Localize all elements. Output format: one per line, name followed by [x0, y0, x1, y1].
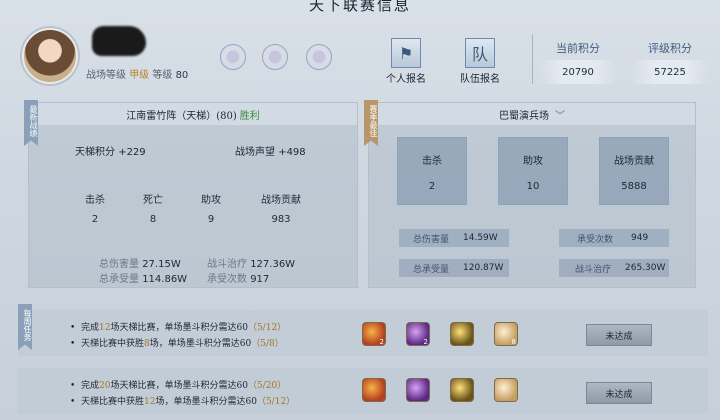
hits-taken: 承受次数 917	[207, 274, 270, 285]
task-line: • 完成12场天梯比赛，单场墨斗积分需达60（5/12）	[70, 323, 287, 333]
reward-pouch-icon[interactable]	[494, 378, 518, 402]
team-icon: 队	[465, 38, 495, 68]
level-label: 战场等级	[86, 70, 126, 81]
current-score-label: 当前积分	[556, 42, 600, 55]
level-value: 80	[175, 70, 189, 81]
latest-battle-panel: 江南雷竹阵（天梯）(80) 胜利 天梯积分 +229 战场声望 +498 击杀 …	[28, 102, 358, 288]
season-best-header[interactable]: 巴蜀演兵场 ﹀	[369, 103, 695, 125]
reward-purple-icon[interactable]	[406, 378, 430, 402]
player-name-redacted	[92, 26, 146, 56]
task-group-2: • 完成20场天梯比赛，单场墨斗积分需达60（5/20） • 天梯比赛中获胜12…	[18, 368, 708, 414]
task-line: • 天梯比赛中获胜12场，单场墨斗积分需达60（5/12）	[70, 397, 296, 407]
best-assists-card: 助攻 10	[498, 137, 568, 205]
header-divider	[532, 34, 533, 84]
laurel-badge-icon[interactable]	[306, 44, 332, 70]
prestige: 战场声望 +498	[235, 147, 306, 158]
reward-red-icon[interactable]: 2	[362, 322, 386, 346]
player-header: 战场等级 甲级 等级 80 ⚑ 个人报名 队 队伍报名 当前积分 20790 评…	[0, 18, 720, 98]
chevron-down-icon[interactable]: ﹀	[555, 107, 565, 122]
reward-pouch-icon[interactable]: 8	[494, 322, 518, 346]
season-best-panel: 巴蜀演兵场 ﹀ 击杀 2 助攻 10 战场贡献 5888 总伤害量 14.59W…	[368, 102, 696, 288]
page-title: 天下联赛信息	[308, 0, 411, 14]
trophy-badge-icon[interactable]	[220, 44, 246, 70]
best-hits: 承受次数 949	[559, 229, 669, 247]
weekly-tasks-ribbon: 每周任务	[18, 304, 32, 350]
best-damage: 总伤害量 14.59W	[399, 229, 509, 247]
best-taken: 总承受量 120.87W	[399, 259, 509, 277]
current-score-value: 20790	[562, 66, 594, 78]
team-signup-label: 队伍报名	[460, 74, 500, 85]
total-damage: 总伤害量 27.15W	[99, 259, 181, 270]
task-line: • 天梯比赛中获胜8场，单场墨斗积分需达60（5/8）	[70, 339, 284, 349]
rating-score-value: 57225	[654, 66, 686, 78]
task-line: • 完成20场天梯比赛，单场墨斗积分需达60（5/20）	[70, 381, 287, 391]
total-taken: 总承受量 114.86W	[99, 274, 188, 285]
personal-signup-label: 个人报名	[386, 74, 426, 85]
best-heal: 战斗治疗 265.30W	[559, 259, 669, 277]
latest-battle-ribbon: 最新战绩	[24, 100, 38, 146]
reward-helmet-icon[interactable]	[450, 378, 474, 402]
reward-helmet-icon[interactable]	[450, 322, 474, 346]
map-select-label: 巴蜀演兵场	[499, 110, 549, 122]
ladder-score: 天梯积分 +229	[75, 147, 146, 158]
latest-battle-header: 江南雷竹阵（天梯）(80) 胜利	[29, 103, 357, 125]
task-status-button[interactable]: 未达成	[586, 382, 652, 404]
reward-purple-icon[interactable]: 2	[406, 322, 430, 346]
stat-deaths: 死亡 8	[143, 195, 163, 225]
task-group-1: • 完成12场天梯比赛，单场墨斗积分需达60（5/12） • 天梯比赛中获胜8场…	[18, 310, 708, 356]
level-line: 战场等级 甲级 等级 80	[86, 66, 188, 81]
flag-icon: ⚑	[391, 38, 421, 68]
season-best-ribbon: 赛季最佳	[364, 100, 378, 146]
battle-result: 胜利	[239, 110, 260, 122]
level-word: 等级	[152, 70, 173, 81]
stat-contribution: 战场贡献 983	[261, 195, 301, 225]
latest-battle-title: 江南雷竹阵（天梯）(80)	[126, 110, 237, 122]
reward-red-icon[interactable]	[362, 378, 386, 402]
team-signup-button[interactable]: 队 队伍报名	[455, 38, 505, 85]
best-kills-card: 击杀 2	[397, 137, 467, 205]
personal-signup-button[interactable]: ⚑ 个人报名	[381, 38, 431, 85]
battle-heal: 战斗治疗 127.36W	[207, 259, 296, 270]
rating-score-label: 评级积分	[648, 42, 692, 55]
stat-kills: 击杀 2	[85, 195, 105, 225]
shield-badge-icon[interactable]	[262, 44, 288, 70]
weekly-tasks: • 完成12场天梯比赛，单场墨斗积分需达60（5/12） • 天梯比赛中获胜8场…	[18, 304, 708, 420]
best-contribution-card: 战场贡献 5888	[599, 137, 669, 205]
stat-assists: 助攻 9	[201, 195, 221, 225]
current-score: 当前积分 20790	[538, 40, 618, 84]
rating-score: 评级积分 57225	[630, 40, 710, 84]
grade-value: 甲级	[129, 70, 150, 81]
task-status-button[interactable]: 未达成	[586, 324, 652, 346]
avatar[interactable]	[22, 28, 78, 84]
